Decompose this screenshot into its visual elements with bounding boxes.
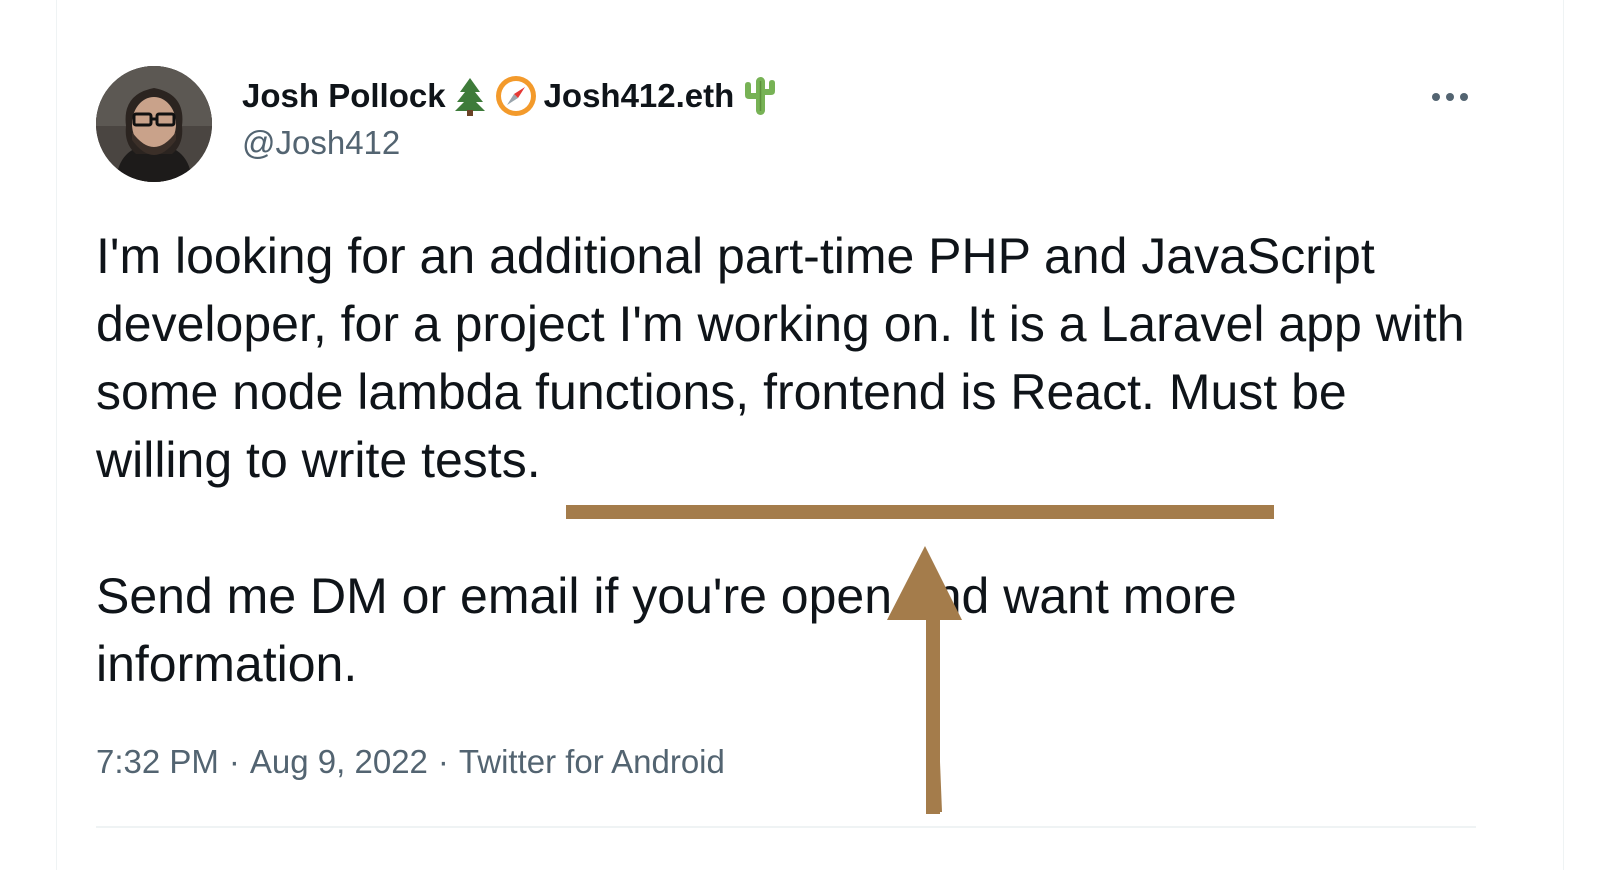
tweet-time[interactable]: 7:32 PM <box>96 743 219 781</box>
tweet-paragraph-2: Send me DM or email if you're open and w… <box>96 568 1237 692</box>
avatar-image <box>96 66 212 182</box>
evergreen-tree-icon <box>452 76 488 116</box>
tweet-source[interactable]: Twitter for Android <box>459 743 725 781</box>
tweet-meta: 7:32 PM · Aug 9, 2022 · Twitter for Andr… <box>96 738 725 786</box>
more-options-button[interactable] <box>1428 80 1472 114</box>
compass-icon <box>494 74 538 118</box>
tweet-date[interactable]: Aug 9, 2022 <box>250 743 428 781</box>
more-horizontal-icon <box>1432 93 1468 101</box>
cactus-icon <box>740 75 780 117</box>
meta-separator: · <box>437 743 449 780</box>
ens-name[interactable]: Josh412.eth <box>544 77 735 115</box>
avatar[interactable] <box>96 66 212 182</box>
tweet-text: I'm looking for an additional part-time … <box>96 222 1486 698</box>
author-handle[interactable]: @Josh412 <box>242 124 400 162</box>
tweet-paragraph-1: I'm looking for an additional part-time … <box>96 222 1486 494</box>
display-name[interactable]: Josh Pollock <box>242 77 446 115</box>
divider <box>96 826 1476 828</box>
author-name-row[interactable]: Josh Pollock Josh412.eth <box>242 72 780 120</box>
meta-separator: · <box>228 743 240 780</box>
